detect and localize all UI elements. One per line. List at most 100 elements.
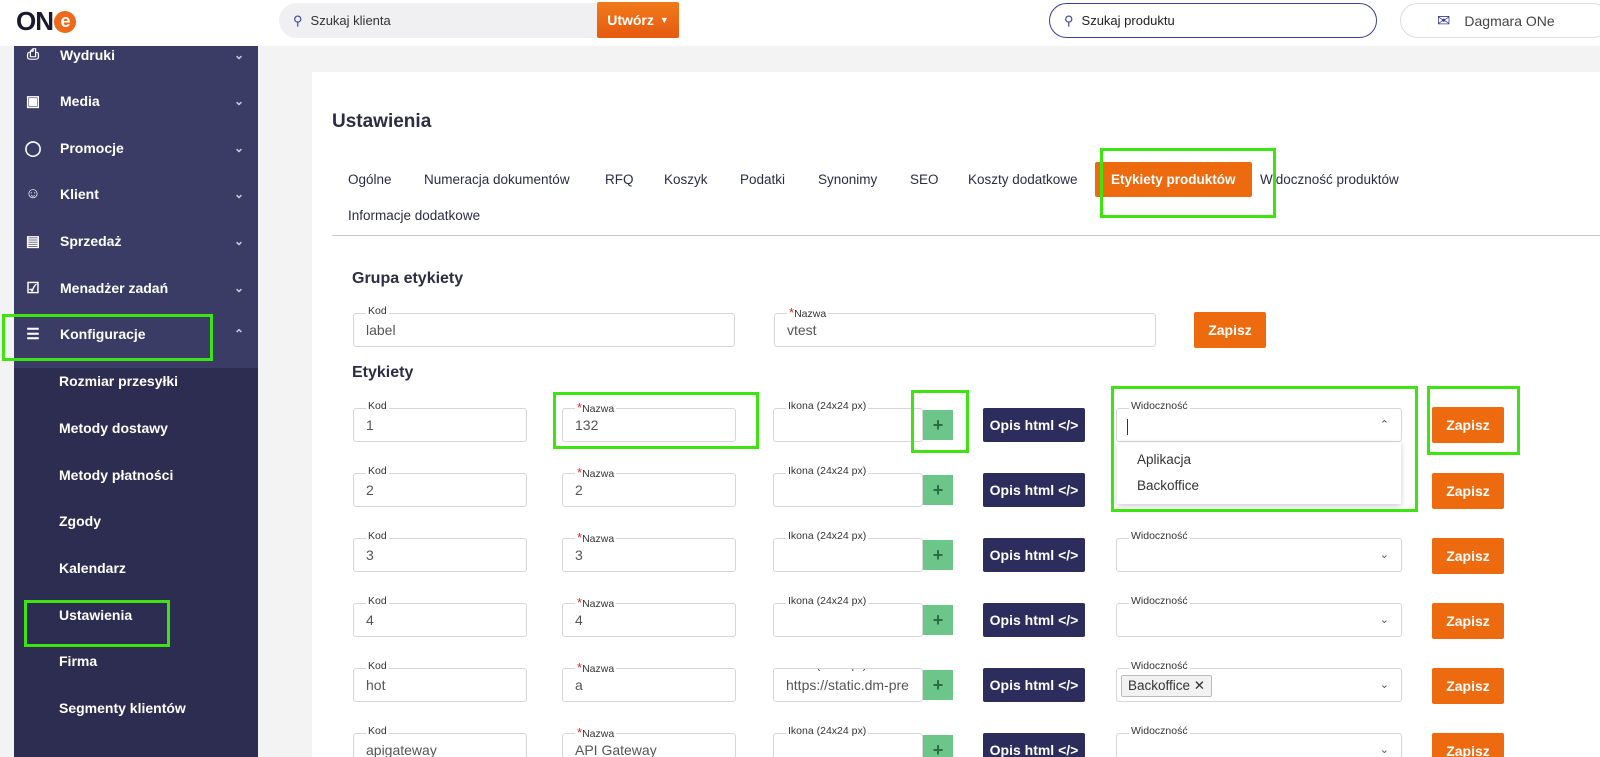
add-icon-button[interactable]: + — [923, 475, 953, 505]
sidebar-item-menadzer-zadan[interactable]: ☑ Menadżer zadań ⌄ — [14, 264, 258, 311]
field-value: 4 — [575, 612, 583, 628]
field-label-text: Nazwa — [582, 598, 615, 610]
tab-numeracja-dokumentow[interactable]: Numeracja dokumentów — [424, 172, 570, 187]
add-icon-button[interactable]: + — [923, 735, 953, 757]
page-title: Ustawienia — [332, 111, 432, 132]
field-label: *Nazwa — [575, 725, 617, 740]
opis-html-button[interactable]: Opis html </> — [983, 473, 1085, 507]
field-value: a — [575, 677, 583, 693]
subitem-label: Metody dostawy — [59, 419, 168, 436]
add-icon-button[interactable]: + — [923, 670, 953, 700]
label-ikona-field[interactable]: Ikona (24x24 px) — [773, 400, 923, 442]
label-kod-field[interactable]: Kod 1 — [353, 400, 527, 442]
subitem-label: Kalendarz — [59, 559, 126, 576]
sidebar-item-label: Promocje — [60, 139, 124, 156]
field-label: Kod — [366, 400, 389, 412]
widocznosc-select[interactable]: Widoczność ⌄ — [1116, 530, 1402, 572]
opis-html-button[interactable]: Opis html </> — [983, 538, 1085, 572]
label-save-button[interactable]: Zapisz — [1432, 538, 1504, 574]
field-value: 3 — [575, 547, 583, 563]
opis-html-button[interactable]: Opis html </> — [983, 408, 1085, 442]
tab-widocznosc-produktow[interactable]: Widoczność produktów — [1260, 172, 1399, 187]
group-save-button[interactable]: Zapisz — [1194, 312, 1266, 348]
label-save-button[interactable]: Zapisz — [1432, 603, 1504, 639]
add-icon-button[interactable]: + — [923, 605, 953, 635]
subitem-label: Firma — [59, 652, 98, 669]
label-nazwa-field[interactable]: *Nazwa a — [562, 660, 736, 702]
widocznosc-select[interactable]: Widoczność ⌄ — [1116, 595, 1402, 637]
label-kod-field[interactable]: Kod 4 — [353, 595, 527, 637]
sidebar-subitem-metody-dostawy[interactable]: Metody dostawy — [59, 404, 168, 451]
group-kod-field[interactable]: Kod label — [353, 305, 735, 347]
image-icon: ▣ — [25, 92, 41, 110]
sidebar-subitem-zgody[interactable]: Zgody — [59, 497, 101, 544]
sidebar-subitem-kalendarz[interactable]: Kalendarz — [59, 544, 126, 591]
user-menu[interactable]: ✉ Dagmara ONe — [1400, 3, 1600, 38]
widocznosc-select[interactable]: Widoczność ⌄ — [1116, 725, 1402, 757]
label-save-button[interactable]: Zapisz — [1432, 733, 1504, 757]
backoffice-tag[interactable]: Backoffice ✕ — [1121, 675, 1213, 697]
label-kod-field[interactable]: Kod hot — [353, 660, 527, 702]
tab-informacje-dodatkowe[interactable]: Informacje dodatkowe — [348, 208, 480, 223]
tab-koszty-dodatkowe[interactable]: Koszty dodatkowe — [968, 172, 1078, 187]
label-ikona-field[interactable]: Ikona (24x24 px) — [773, 595, 923, 637]
field-value: 3 — [366, 547, 374, 563]
label-save-button[interactable]: Zapisz — [1432, 668, 1504, 704]
client-search-input[interactable]: ⚲ Szukaj klienta — [279, 3, 599, 38]
highlight-ustawienia — [24, 600, 170, 647]
field-label: *Nazwa — [575, 660, 617, 675]
sidebar-item-wydruki[interactable]: ⎙ Wydruki ⌄ — [14, 31, 258, 78]
product-search-input[interactable]: ⚲ Szukaj produktu — [1049, 3, 1377, 38]
opis-html-button[interactable]: Opis html </> — [983, 603, 1085, 637]
sidebar-item-sprzedaz[interactable]: ▤ Sprzedaż ⌄ — [14, 217, 258, 264]
chevron-down-icon: ⌄ — [1379, 614, 1389, 626]
sidebar-subitem-rozmiar-przesylki[interactable]: Rozmiar przesyłki — [59, 357, 178, 404]
field-label: *Nazwa — [575, 595, 617, 610]
label-nazwa-field[interactable]: *Nazwa 4 — [562, 595, 736, 637]
tab-koszyk[interactable]: Koszyk — [664, 172, 708, 187]
label-ikona-field[interactable]: Ikona (24x24 px) — [773, 465, 923, 507]
sidebar-item-media[interactable]: ▣ Media ⌄ — [14, 77, 258, 124]
subitem-label: Segmenty klientów — [59, 699, 186, 716]
label-kod-field[interactable]: Kod 2 — [353, 465, 527, 507]
field-label-text: Nazwa — [582, 468, 615, 480]
add-icon-button[interactable]: + — [923, 540, 953, 570]
opis-html-button[interactable]: Opis html </> — [983, 668, 1085, 702]
create-button[interactable]: Utwórz ▼ — [597, 2, 679, 38]
label-ikona-field[interactable]: Ikona (24x24 px) — [773, 725, 923, 757]
label-nazwa-field[interactable]: *Nazwa API Gateway — [562, 725, 736, 757]
sidebar-item-klient[interactable]: ☺ Klient ⌄ — [14, 170, 258, 217]
sidebar-item-promocje[interactable]: ◯ Promocje ⌄ — [14, 124, 258, 171]
search-icon: ⚲ — [1064, 12, 1074, 28]
field-value: 2 — [575, 482, 583, 498]
tab-seo[interactable]: SEO — [910, 172, 939, 187]
label-kod-field[interactable]: Kod 3 — [353, 530, 527, 572]
sidebar-subitem-segmenty-klientow[interactable]: Segmenty klientów — [59, 684, 186, 731]
sidebar-subitem-metody-platnosci[interactable]: Metody płatności — [59, 451, 173, 498]
field-value: 4 — [366, 612, 374, 628]
tab-rfq[interactable]: RFQ — [605, 172, 634, 187]
field-label: Kod — [366, 660, 389, 672]
label-nazwa-field[interactable]: *Nazwa 2 — [562, 465, 736, 507]
field-label-text: Nazwa — [582, 728, 615, 740]
widocznosc-select[interactable]: Widoczność Backoffice ✕ ⌄ — [1116, 660, 1402, 702]
mail-icon: ✉ — [1437, 12, 1451, 30]
field-label-text: Nazwa — [794, 308, 827, 320]
highlight-widocznosc-select — [1111, 386, 1418, 512]
highlight-konfiguracje — [2, 314, 213, 361]
users-icon: ☺ — [25, 185, 41, 202]
label-ikona-field[interactable]: Ikona (24x24 px) https://static.dm-pre — [773, 668, 923, 702]
tab-podatki[interactable]: Podatki — [740, 172, 785, 187]
field-label: Ikona (24x24 px) — [786, 595, 869, 607]
label-nazwa-field[interactable]: *Nazwa 3 — [562, 530, 736, 572]
tab-synonimy[interactable]: Synonimy — [818, 172, 877, 187]
sidebar: ⎙ Wydruki ⌄ ▣ Media ⌄ ◯ Promocje ⌄ ☺ Kli… — [14, 46, 258, 757]
label-ikona-field[interactable]: Ikona (24x24 px) — [773, 530, 923, 572]
group-nazwa-field[interactable]: *Nazwa vtest — [774, 305, 1156, 347]
label-save-button[interactable]: Zapisz — [1432, 473, 1504, 509]
label-kod-field[interactable]: Kod apigateway — [353, 725, 527, 757]
award-icon: ◯ — [24, 139, 42, 157]
basket-icon: ▤ — [25, 232, 41, 250]
opis-html-button[interactable]: Opis html </> — [983, 733, 1085, 757]
tab-ogolne[interactable]: Ogólne — [348, 172, 392, 187]
